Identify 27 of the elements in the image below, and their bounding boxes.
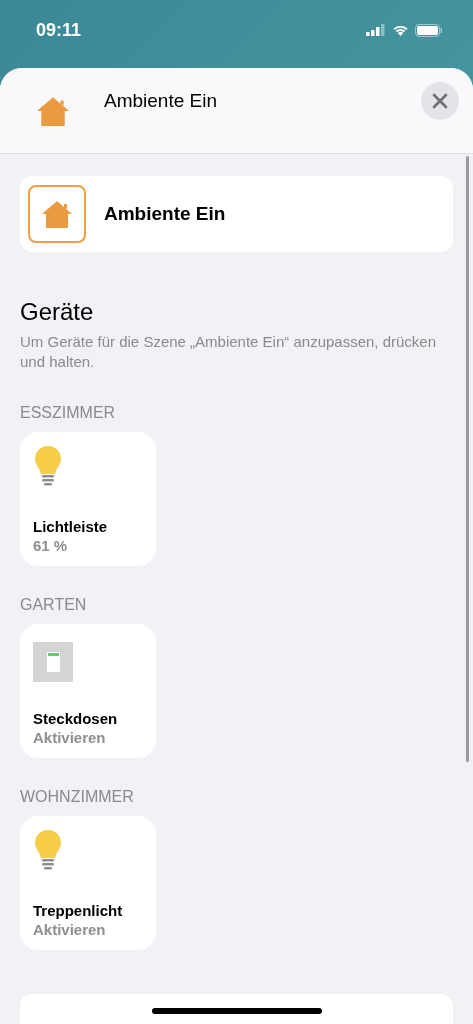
- status-time: 09:11: [36, 19, 83, 41]
- device-tile[interactable]: Treppenlicht Aktivieren: [20, 816, 156, 950]
- device-status: Aktivieren: [33, 729, 107, 746]
- light-bulb-icon: [33, 444, 63, 486]
- room-heading: WOHNZIMMER: [20, 788, 135, 806]
- sheet-title: Ambiente Ein: [104, 89, 218, 112]
- device-name: Steckdosen: [33, 710, 119, 727]
- battery-icon: [415, 23, 443, 37]
- wifi-icon: [392, 24, 409, 36]
- close-button[interactable]: [421, 81, 459, 120]
- device-tile[interactable]: Lichtleiste 61 %: [20, 432, 156, 566]
- room-heading: ESSZIMMER: [20, 404, 117, 422]
- room-heading: GARTEN: [20, 596, 88, 614]
- device-status: 61 %: [33, 537, 69, 554]
- light-bulb-icon: [33, 828, 63, 870]
- house-icon: [41, 199, 73, 229]
- scene-name: Ambiente Ein: [104, 203, 226, 225]
- section-hint: Um Geräte für die Szene „Ambiente Ein“ anzupassen, drücken und halten.: [20, 332, 438, 372]
- device-status: Aktivieren: [33, 921, 107, 938]
- device-name: Lichtleiste: [33, 518, 109, 535]
- signal-icon: [366, 24, 386, 36]
- scene-card[interactable]: Ambiente Ein: [20, 176, 453, 252]
- close-icon: [432, 92, 448, 109]
- switch-icon: [33, 642, 73, 682]
- device-tile[interactable]: Steckdosen Aktivieren: [20, 624, 156, 758]
- device-name: Treppenlicht: [33, 902, 124, 919]
- section-title: Geräte: [20, 298, 95, 326]
